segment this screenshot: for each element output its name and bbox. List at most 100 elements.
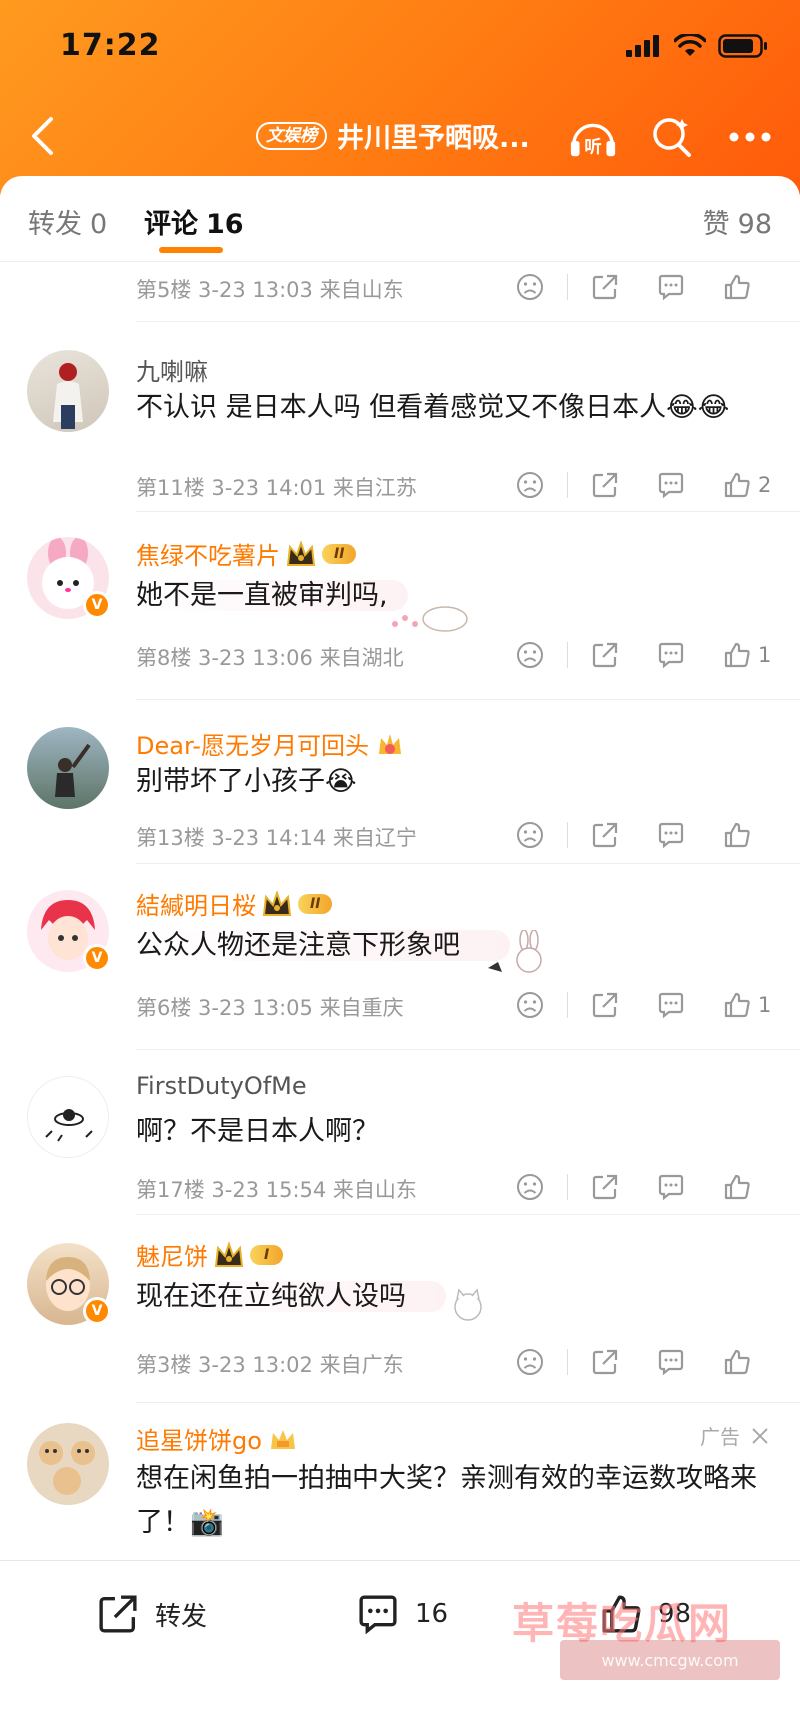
fan-crown-icon xyxy=(378,733,401,754)
like-button[interactable] xyxy=(722,1170,772,1204)
bottom-comment-button[interactable]: 16 xyxy=(355,1591,448,1637)
avatar[interactable] xyxy=(27,727,109,809)
share-button[interactable] xyxy=(590,1345,620,1379)
tab-comments-label: 评论 xyxy=(144,209,198,240)
bunny-sticker-icon xyxy=(392,606,468,632)
comment-item: V 魅尼饼 I 现在还在立纯欲人设吗 第3楼 3-23 13:02 来自广东 xyxy=(0,1215,800,1403)
comment-item: V 焦绿不吃薯片 II 她不是一直被审判吗, 第8楼 3-23 13:06 来自… xyxy=(0,512,800,700)
status-icons xyxy=(626,34,768,58)
comment-item: V 結緘明日桜 II 公众人物还是注意下形象吧 第6楼 3-23 13:05 来… xyxy=(0,864,800,1050)
dislike-button[interactable] xyxy=(515,638,545,672)
username-text: 九喇嘛 xyxy=(136,358,208,386)
username[interactable]: 九喇嘛 xyxy=(136,352,208,387)
tab-comments[interactable]: 评论 16 xyxy=(144,202,244,241)
dislike-button[interactable] xyxy=(515,1345,545,1379)
action-divider xyxy=(567,822,568,848)
share-button[interactable] xyxy=(590,468,620,502)
avatar[interactable] xyxy=(27,1076,109,1158)
headphones-icon: 听 xyxy=(570,123,616,157)
reply-button[interactable] xyxy=(656,1345,686,1379)
reply-button[interactable] xyxy=(656,638,686,672)
action-divider xyxy=(567,472,568,498)
dislike-button[interactable] xyxy=(515,818,545,852)
verified-badge: V xyxy=(83,944,111,972)
thumbs-up-icon xyxy=(724,1174,750,1200)
bottom-repost-label: 转发 xyxy=(155,1601,208,1632)
dislike-button[interactable] xyxy=(515,468,545,502)
page-title: 井川里予晒吸... xyxy=(337,123,530,154)
nav-title-group[interactable]: 文娱榜 井川里予晒吸... xyxy=(256,116,530,155)
comment-meta: 第17楼 3-23 15:54 来自山东 xyxy=(136,1178,417,1202)
username[interactable]: 魅尼饼 I xyxy=(136,1237,284,1272)
bottom-comment-count: 16 xyxy=(415,1599,449,1629)
share-button[interactable] xyxy=(590,988,620,1022)
ad-label-text: 广告 xyxy=(700,1425,740,1449)
thumbs-up-icon xyxy=(724,274,750,300)
like-button[interactable]: 1 xyxy=(722,638,772,672)
dislike-button[interactable] xyxy=(515,270,545,304)
share-button[interactable] xyxy=(590,270,620,304)
username-text: Dear-愿无岁月可回头 xyxy=(136,732,369,760)
listen-button[interactable]: 听 xyxy=(568,112,618,162)
comment-meta: 第11楼 3-23 14:01 来自江苏 xyxy=(136,476,417,500)
tab-likes-count: 98 xyxy=(737,209,772,240)
reply-button[interactable] xyxy=(656,468,686,502)
share-icon xyxy=(592,1349,618,1375)
comment-text-content: 她不是一直被审判吗, xyxy=(136,580,408,611)
share-button[interactable] xyxy=(590,638,620,672)
comment-icon xyxy=(658,992,684,1019)
tab-likes[interactable]: 赞 98 xyxy=(703,202,772,241)
avatar-image xyxy=(55,743,91,797)
comment-item: 九喇嘛 不认识 是日本人吗 但看着感觉又不像日本人😂😂 第11楼 3-23 14… xyxy=(0,322,800,512)
username[interactable]: Dear-愿无岁月可回头 xyxy=(136,726,405,761)
comment-text[interactable]: 现在还在立纯欲人设吗 xyxy=(136,1275,446,1319)
avatar-image xyxy=(45,1109,93,1142)
ad-item[interactable]: 追星饼饼go 广告 想在闲鱼拍一拍抽中大奖？亲测有效的幸运数攻略来了！📸 xyxy=(0,1403,800,1560)
username[interactable]: FirstDutyOfMe xyxy=(136,1072,307,1100)
tab-repost[interactable]: 转发 0 xyxy=(28,202,107,241)
username[interactable]: 焦绿不吃薯片 II xyxy=(136,536,357,571)
thumbs-up-icon xyxy=(724,992,750,1018)
share-icon xyxy=(592,642,618,668)
share-button[interactable] xyxy=(590,1170,620,1204)
comment-text[interactable]: 啊？不是日本人啊？ xyxy=(136,1110,756,1154)
signal-icon xyxy=(626,35,659,57)
back-button[interactable] xyxy=(18,112,66,160)
reply-button[interactable] xyxy=(656,988,686,1022)
comment-text[interactable]: 公众人物还是注意下形象吧 xyxy=(136,924,510,968)
reply-button[interactable] xyxy=(656,270,686,304)
tab-comments-count: 16 xyxy=(206,209,244,240)
like-button[interactable]: 2 xyxy=(722,468,772,502)
close-icon[interactable] xyxy=(750,1426,770,1446)
like-button[interactable]: 1 xyxy=(722,988,772,1022)
username[interactable]: 結緘明日桜 II xyxy=(136,886,333,921)
like-count: 1 xyxy=(758,993,772,1017)
comment-list[interactable]: 第5楼 3-23 13:03 来自山东 九喇嘛 不认识 是日本人吗 但看着感觉又… xyxy=(0,262,800,1560)
frown-icon xyxy=(517,1349,543,1375)
like-button[interactable] xyxy=(722,818,772,852)
comment-text[interactable]: 她不是一直被审判吗, xyxy=(136,574,408,618)
like-button[interactable] xyxy=(722,1345,772,1379)
comment-text[interactable]: 想在闲鱼拍一拍抽中大奖？亲测有效的幸运数攻略来了！📸 xyxy=(136,1457,776,1545)
like-count: 2 xyxy=(758,473,772,497)
reply-button[interactable] xyxy=(656,1170,686,1204)
search-button[interactable] xyxy=(647,112,697,162)
share-icon xyxy=(99,1595,137,1633)
reply-button[interactable] xyxy=(656,818,686,852)
bottom-repost-button[interactable]: 转发 xyxy=(95,1591,207,1637)
username[interactable]: 追星饼饼go xyxy=(136,1421,298,1456)
avatar[interactable] xyxy=(27,1423,109,1505)
comment-icon xyxy=(658,642,684,669)
dislike-button[interactable] xyxy=(515,1170,545,1204)
tab-active-indicator xyxy=(159,247,223,253)
comment-text[interactable]: 不认识 是日本人吗 但看着感觉又不像日本人😂😂 xyxy=(136,386,756,430)
watermark-url: www.cmcgw.com xyxy=(560,1640,780,1680)
share-button[interactable] xyxy=(590,818,620,852)
dislike-button[interactable] xyxy=(515,988,545,1022)
comment-text[interactable]: 别带坏了小孩子😭 xyxy=(136,760,756,804)
like-button[interactable] xyxy=(722,270,772,304)
thumbs-up-icon xyxy=(724,642,750,668)
more-button[interactable] xyxy=(725,112,775,162)
avatar[interactable] xyxy=(27,350,109,432)
comment-meta: 第13楼 3-23 14:14 来自辽宁 xyxy=(136,826,417,850)
